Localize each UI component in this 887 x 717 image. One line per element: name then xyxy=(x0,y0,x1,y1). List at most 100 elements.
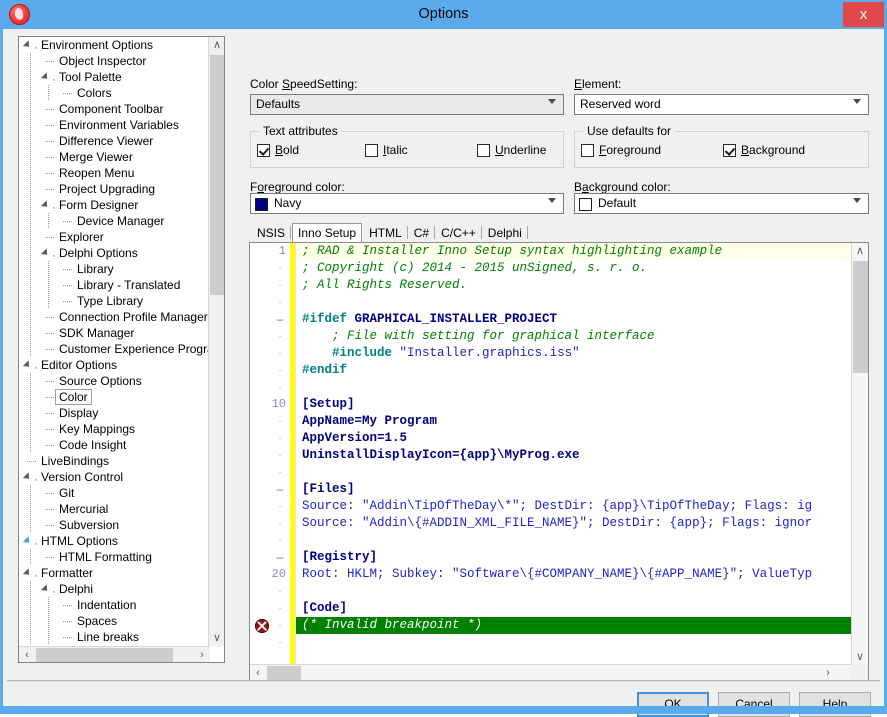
tree-item-formatter[interactable]: · Formatter xyxy=(19,565,210,582)
editor-vertical-scroll-thumb[interactable] xyxy=(853,261,868,373)
tree-item-spaces[interactable]: Spaces xyxy=(19,613,210,629)
tree-item-source-options[interactable]: Source Options xyxy=(19,373,210,389)
code-preview-editor[interactable]: 1 · · · – · · · · 10 · · · · – · · · –20 · · · · ; RAD & Insta… xyxy=(249,242,869,681)
editor-horizontal-scroll-thumb[interactable] xyxy=(267,666,301,680)
chevron-expanded-icon[interactable] xyxy=(22,536,33,546)
chevron-expanded-icon[interactable] xyxy=(40,584,51,594)
tree-item-html-formatting[interactable]: HTML Formatting xyxy=(19,549,210,565)
code-line: (* Invalid breakpoint *) xyxy=(296,617,853,634)
tab-html[interactable]: HTML xyxy=(364,224,407,242)
title-bar[interactable]: Options x xyxy=(0,0,887,29)
chevron-expanded-icon[interactable] xyxy=(40,72,51,82)
foreground-default-checkbox[interactable]: Foreground xyxy=(581,143,661,157)
editor-scroll-right-icon[interactable]: › xyxy=(820,665,836,680)
tree-item-form-designer[interactable]: · Form Designer xyxy=(19,197,210,214)
tree-item-version-control[interactable]: · Version Control xyxy=(19,469,210,486)
tree-item-git[interactable]: Git xyxy=(19,485,210,501)
tree-scroll-left-icon[interactable]: ‹ xyxy=(19,647,35,662)
background-default-checkbox[interactable]: Background xyxy=(723,143,805,157)
tree-guide-line xyxy=(48,261,49,277)
tree-item-merge-viewer[interactable]: Merge Viewer xyxy=(19,149,210,165)
tree-scroll-right-icon[interactable]: › xyxy=(194,647,210,662)
chevron-expanded-icon[interactable] xyxy=(22,472,33,482)
tree-item-label: Environment Options xyxy=(41,38,154,52)
editor-scroll-up-icon[interactable]: ∧ xyxy=(852,243,868,259)
tree-item-library[interactable]: Library xyxy=(19,261,210,277)
chevron-expanded-icon[interactable] xyxy=(40,200,51,210)
underline-checkbox[interactable]: Underline xyxy=(477,143,546,157)
tree-item-device-manager[interactable]: Device Manager xyxy=(19,213,210,229)
tree-item-subversion[interactable]: Subversion xyxy=(19,517,210,533)
tree-item-sdk-manager[interactable]: SDK Manager xyxy=(19,325,210,341)
background-color-combo[interactable]: Default xyxy=(574,193,869,214)
options-tree[interactable]: · Environment Options Object Inspector · Too… xyxy=(19,37,210,646)
tab-inno-setup[interactable]: Inno Setup xyxy=(292,223,363,243)
tree-item-component-toolbar[interactable]: Component Toolbar xyxy=(19,101,210,117)
chevron-expanded-icon[interactable] xyxy=(40,248,51,258)
tree-item-delphi[interactable]: · Delphi xyxy=(19,581,210,598)
tree-item-connection-profile-manager[interactable]: Connection Profile Manager xyxy=(19,309,210,325)
tab-nsis[interactable]: NSIS xyxy=(252,224,290,242)
chevron-expanded-icon[interactable] xyxy=(22,568,33,578)
tree-vertical-scroll-thumb[interactable] xyxy=(210,55,224,295)
tree-vertical-scrollbar[interactable]: ∧ ∨ xyxy=(208,37,224,646)
tree-item-environment-variables[interactable]: Environment Variables xyxy=(19,117,210,133)
tree-item-label: Environment Variables xyxy=(59,118,179,132)
tree-item-project-upgrading[interactable]: Project Upgrading xyxy=(19,181,210,197)
italic-checkbox[interactable]: Italic xyxy=(365,143,408,157)
foreground-color-combo[interactable]: Navy xyxy=(250,193,564,214)
tree-guide-line xyxy=(45,109,54,110)
tree-scroll-down-icon[interactable]: ∨ xyxy=(209,630,224,646)
tree-item-explorer[interactable]: Explorer xyxy=(19,229,210,245)
tree-item-key-mappings[interactable]: Key Mappings xyxy=(19,421,210,437)
tab-c-c++[interactable]: C/C++ xyxy=(436,224,481,242)
code-fold-icon[interactable]: – xyxy=(276,481,284,498)
tree-item-library-translated[interactable]: Library - Translated xyxy=(19,277,210,293)
tree-guide-line xyxy=(45,349,54,350)
code-fold-icon[interactable]: – xyxy=(276,549,284,566)
editor-scroll-left-icon[interactable]: ‹ xyxy=(250,665,266,680)
language-tab-strip[interactable]: NSIS Inno Setup HTML C# C/C++ Delphi xyxy=(249,223,869,243)
tree-item-customer-experience-program[interactable]: Customer Experience Program xyxy=(19,341,210,357)
tree-item-environment-options[interactable]: · Environment Options xyxy=(19,37,210,54)
chevron-expanded-icon[interactable] xyxy=(22,360,33,370)
chevron-expanded-icon[interactable] xyxy=(22,40,33,50)
options-tree-panel[interactable]: · Environment Options Object Inspector · Too… xyxy=(18,36,225,663)
tree-item-label: Object Inspector xyxy=(59,54,147,68)
tab-c#[interactable]: C# xyxy=(409,224,434,242)
invalid-breakpoint-icon[interactable] xyxy=(255,619,269,633)
tree-guide-line xyxy=(30,389,31,405)
tab-delphi[interactable]: Delphi xyxy=(483,224,527,242)
tree-item-delphi-options[interactable]: · Delphi Options xyxy=(19,245,210,262)
editor-scroll-corner xyxy=(851,664,868,680)
tree-item-color[interactable]: Color xyxy=(19,389,210,405)
tree-item-tool-palette[interactable]: · Tool Palette xyxy=(19,69,210,86)
element-combo[interactable]: Reserved word xyxy=(574,94,869,115)
tree-horizontal-scroll-thumb[interactable] xyxy=(36,648,173,662)
tree-item-code-insight[interactable]: Code Insight xyxy=(19,437,210,453)
tree-item-line-breaks[interactable]: Line breaks xyxy=(19,629,210,645)
tree-item-object-inspector[interactable]: Object Inspector xyxy=(19,53,210,69)
editor-scroll-down-icon[interactable]: ∨ xyxy=(852,649,868,665)
tree-item-difference-viewer[interactable]: Difference Viewer xyxy=(19,133,210,149)
tree-guide-line xyxy=(45,61,54,62)
code-fold-icon[interactable]: – xyxy=(276,311,284,328)
tree-item-html-options[interactable]: · HTML Options xyxy=(19,533,210,550)
editor-horizontal-scrollbar[interactable]: ‹ › xyxy=(250,664,853,680)
editor-gutter[interactable]: 1 · · · – · · · · 10 · · · · – · · · –20 · · · · xyxy=(250,243,295,665)
tree-item-editor-options[interactable]: · Editor Options xyxy=(19,357,210,374)
tree-scroll-up-icon[interactable]: ∧ xyxy=(209,37,224,53)
tree-item-display[interactable]: Display xyxy=(19,405,210,421)
tree-item-type-library[interactable]: Type Library xyxy=(19,293,210,309)
tree-horizontal-scrollbar[interactable]: ‹ › xyxy=(19,646,210,662)
code-text-area[interactable]: ; RAD & Installer Inno Setup syntax high… xyxy=(296,243,853,665)
tree-item-indentation[interactable]: Indentation xyxy=(19,597,210,613)
tree-item-colors[interactable]: Colors xyxy=(19,85,210,101)
bold-checkbox[interactable]: Bold xyxy=(257,143,299,157)
close-icon[interactable]: x xyxy=(843,2,884,27)
tree-item-livebindings[interactable]: LiveBindings xyxy=(19,453,210,469)
speedsetting-combo[interactable]: Defaults xyxy=(250,94,564,115)
tree-item-mercurial[interactable]: Mercurial xyxy=(19,501,210,517)
editor-vertical-scrollbar[interactable]: ∧ ∨ xyxy=(851,243,868,665)
tree-item-reopen-menu[interactable]: Reopen Menu xyxy=(19,165,210,181)
